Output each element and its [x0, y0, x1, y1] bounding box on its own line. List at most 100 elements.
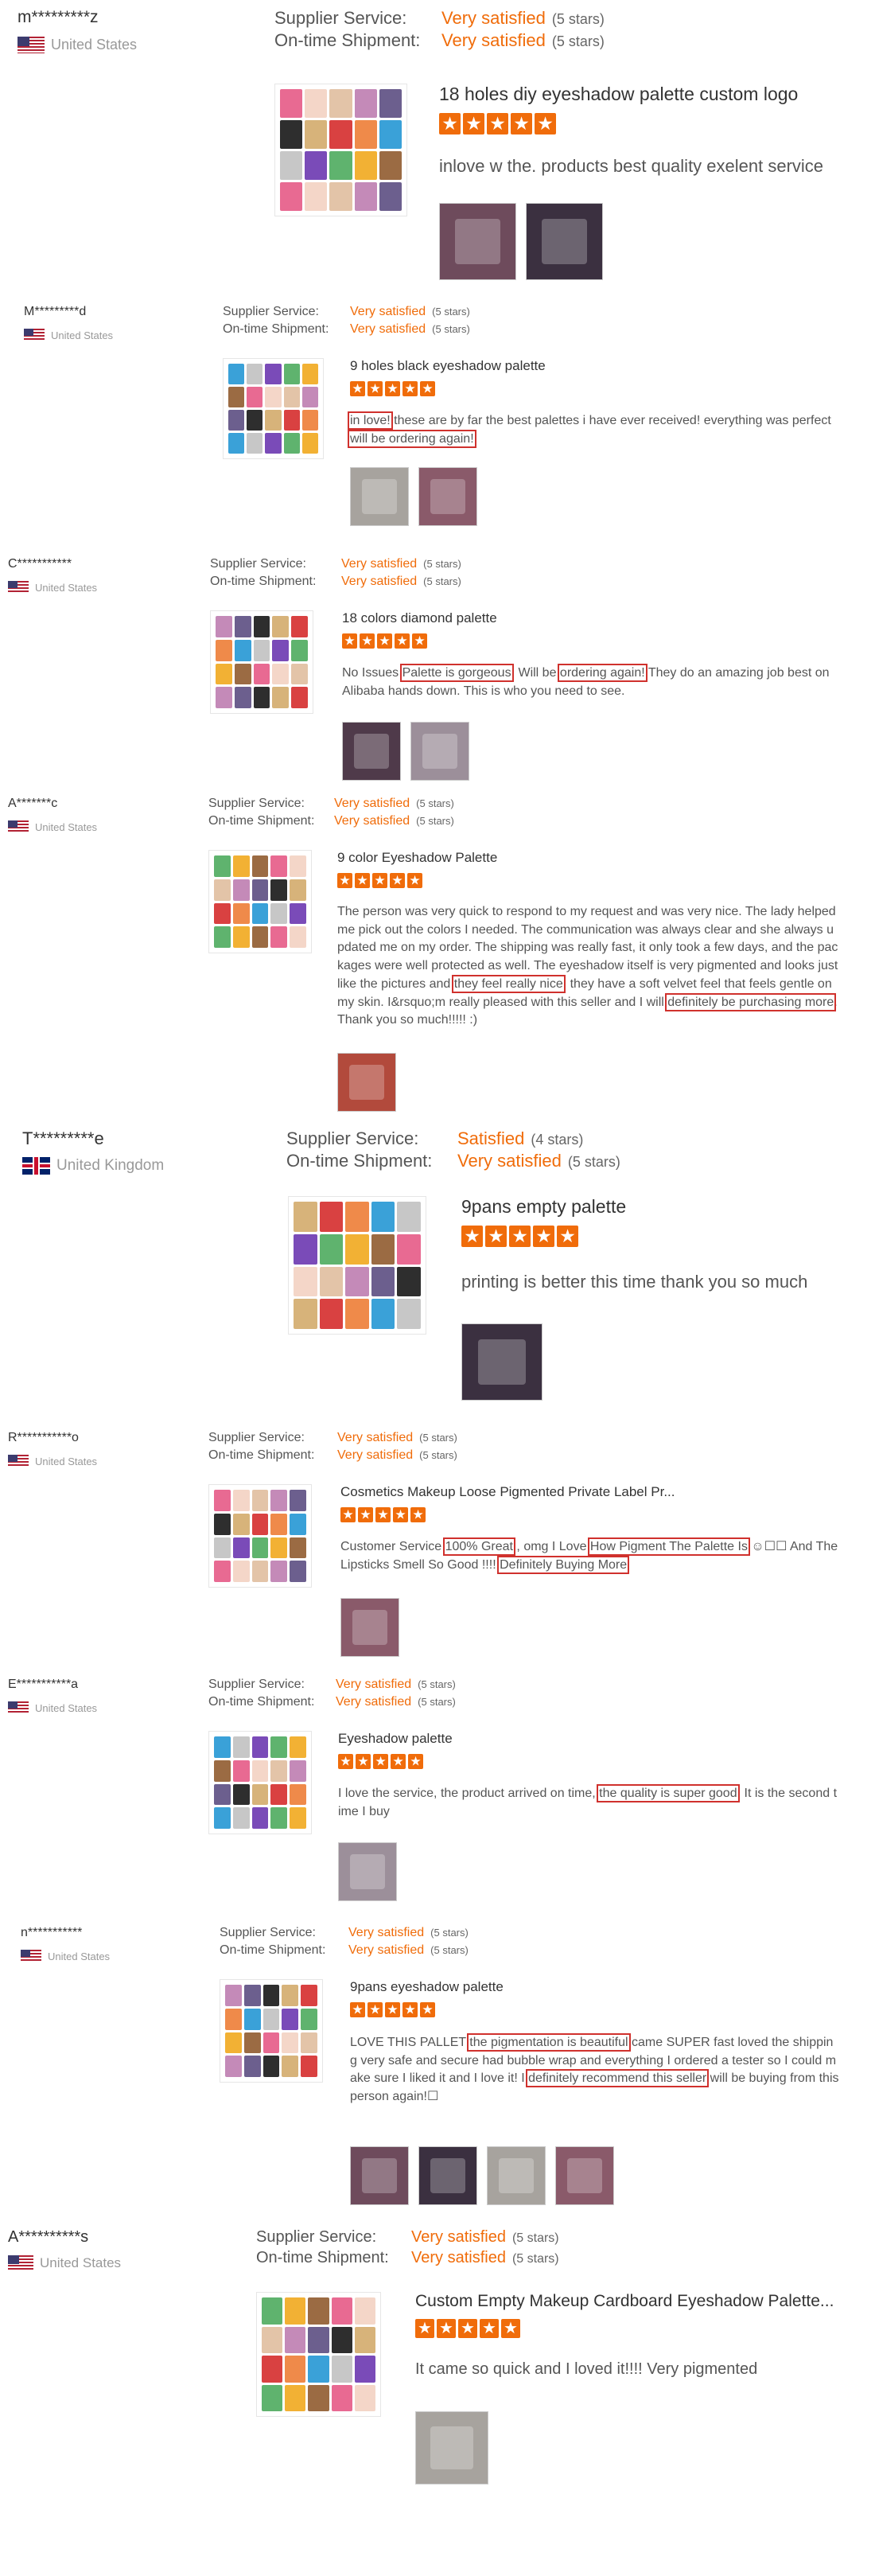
- service-stars-count: (5 stars): [419, 1432, 457, 1444]
- product-thumbnail[interactable]: [256, 2292, 381, 2417]
- service-rating-value: Very satisfied: [337, 1431, 414, 1444]
- service-rating-value: Very satisfied: [336, 1695, 412, 1709]
- star-icon: [390, 873, 405, 888]
- product-thumbnail[interactable]: [223, 358, 324, 459]
- us-flag-icon: [8, 2255, 33, 2271]
- service-label: On-time Shipment:: [286, 1151, 433, 1171]
- product-thumbnail[interactable]: [210, 610, 313, 714]
- product-thumbnail[interactable]: [274, 84, 407, 216]
- star-icon: [533, 1226, 554, 1247]
- product-title-link[interactable]: 9 holes black eyeshadow palette: [350, 358, 839, 374]
- highlighted-phrase: Palette is gorgeous: [399, 664, 514, 682]
- highlighted-phrase: ordering again!: [557, 664, 648, 682]
- review-photo[interactable]: [338, 1842, 397, 1901]
- star-icon: [509, 1226, 531, 1247]
- review-photo[interactable]: [439, 203, 516, 280]
- star-icon: [350, 2002, 365, 2017]
- review-photo[interactable]: [410, 722, 469, 781]
- review-photo[interactable]: [418, 467, 477, 526]
- star-icon: [368, 381, 383, 396]
- review-item: E***********a United States Supplier Servi…: [0, 1671, 875, 1901]
- country-name: United States: [51, 37, 138, 53]
- on-time-shipment-row: On-time Shipment: Very satisfied (5 stars): [210, 575, 461, 589]
- product-thumbnail[interactable]: [208, 1484, 312, 1588]
- star-icon: [372, 873, 387, 888]
- review-photo[interactable]: [555, 2146, 614, 2205]
- review-photo[interactable]: [418, 2146, 477, 2205]
- star-icon: [437, 2319, 456, 2338]
- product-title-link[interactable]: 9pans empty palette: [461, 1196, 843, 1218]
- palette-image: [257, 2293, 380, 2416]
- rating-stars: [337, 873, 422, 888]
- product-title-link[interactable]: Eyeshadow palette: [338, 1731, 839, 1747]
- star-icon: [420, 381, 435, 396]
- product-title-link[interactable]: 18 holes diy eyeshadow palette custom lo…: [439, 84, 837, 105]
- rating-stars: [350, 2002, 435, 2017]
- product-title-link[interactable]: 9pans eyeshadow palette: [350, 1979, 839, 1995]
- service-stars-count: (5 stars): [418, 1696, 456, 1708]
- country-name: United States: [48, 1950, 111, 1962]
- review-text: in love! these are by far the best palet…: [348, 411, 839, 449]
- review-photo[interactable]: [487, 2146, 546, 2205]
- rating-stars: [439, 113, 556, 134]
- review-item: A*******c United States Supplier Service: V…: [0, 790, 875, 1112]
- star-icon: [358, 1507, 373, 1522]
- review-photo[interactable]: [342, 722, 401, 781]
- review-item: n*********** United States Supplier Servic…: [0, 1919, 875, 2205]
- country-name: United States: [35, 1455, 98, 1467]
- reviewer-country: United States: [8, 1701, 97, 1714]
- review-photos: [340, 1598, 399, 1657]
- product-title-link[interactable]: Cosmetics Makeup Loose Pigmented Private…: [340, 1484, 839, 1500]
- supplier-service-row: Supplier Service: Very satisfied (5 stars): [210, 557, 461, 571]
- review-text-segment: inlove w the. products best quality exel…: [439, 156, 824, 176]
- us-flag-icon: [24, 329, 45, 341]
- service-stars-count: (4 stars): [531, 1132, 584, 1148]
- service-rating-value: Very satisfied: [334, 797, 410, 810]
- reviewer-country: United Kingdom: [22, 1157, 164, 1175]
- highlighted-phrase: definitely be purchasing more: [665, 992, 837, 1011]
- product-thumbnail[interactable]: [208, 850, 312, 953]
- product-thumbnail[interactable]: [220, 1979, 323, 2083]
- supplier-service-row: Supplier Service: Very satisfied (5 stars): [220, 1926, 469, 1940]
- service-rating-value: Very satisfied: [411, 2249, 506, 2266]
- review-text-segment: printing is better this time thank you s…: [461, 1272, 808, 1292]
- product-title-link[interactable]: 9 color Eyeshadow Palette: [337, 850, 838, 866]
- review-photos: [461, 1323, 542, 1401]
- review-item: C*********** United States Supplier Servic…: [0, 551, 875, 781]
- review-text: I love the service, the product arrived …: [338, 1784, 839, 1821]
- country-name: United States: [35, 1701, 98, 1714]
- highlighted-phrase: How Pigment The Palette Is: [587, 1537, 750, 1556]
- service-label: On-time Shipment:: [208, 1695, 315, 1709]
- service-label: On-time Shipment:: [220, 1943, 326, 1957]
- reviewer-name: C***********: [8, 557, 72, 571]
- product-title-link[interactable]: 18 colors diamond palette: [342, 610, 839, 626]
- service-rating-value: Very satisfied: [334, 814, 410, 828]
- product-thumbnail[interactable]: [288, 1196, 426, 1335]
- palette-image: [224, 359, 323, 458]
- service-stars-count: (5 stars): [551, 33, 605, 49]
- review-photo[interactable]: [350, 2146, 409, 2205]
- service-rating-value: Very satisfied: [341, 557, 418, 571]
- review-photo[interactable]: [461, 1323, 542, 1401]
- highlighted-phrase: they feel really nice: [451, 974, 566, 993]
- review-text-segment: No Issues: [342, 666, 402, 680]
- review-photo[interactable]: [340, 1598, 399, 1657]
- on-time-shipment-row: On-time Shipment: Very satisfied (5 stars): [220, 1943, 469, 1958]
- on-time-shipment-row: On-time Shipment: Very satisfied (5 stars): [223, 322, 470, 337]
- review-item: M*********d United States Supplier Service…: [0, 298, 875, 526]
- product-thumbnail[interactable]: [208, 1731, 312, 1834]
- star-icon: [480, 2319, 499, 2338]
- reviewer-name: E***********a: [8, 1678, 79, 1691]
- review-photo[interactable]: [526, 203, 603, 280]
- service-stars-count: (5 stars): [430, 1927, 469, 1939]
- on-time-shipment-row: On-time Shipment: Very satisfied (5 stars): [208, 1695, 456, 1709]
- review-photo[interactable]: [350, 467, 409, 526]
- review-photo[interactable]: [337, 1053, 396, 1112]
- star-icon: [402, 381, 418, 396]
- star-icon: [461, 1226, 483, 1247]
- us-flag-icon: [8, 1701, 29, 1714]
- star-icon: [356, 1754, 371, 1769]
- review-text-segment: It came so quick and I loved it!!!! Very…: [415, 2360, 758, 2378]
- product-title-link[interactable]: Custom Empty Makeup Cardboard Eyeshadow …: [415, 2292, 841, 2311]
- review-photo[interactable]: [415, 2411, 488, 2484]
